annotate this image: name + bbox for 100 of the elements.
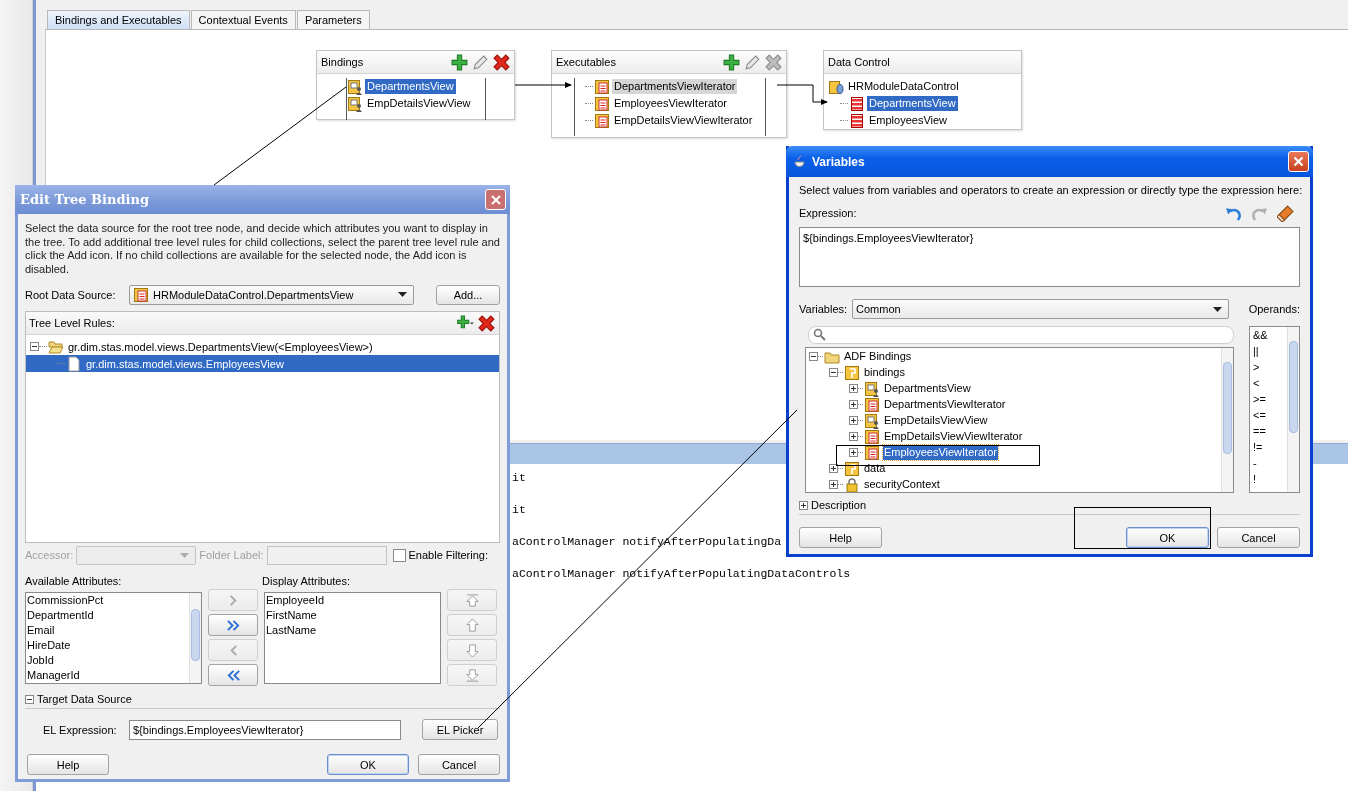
list-item[interactable]: JobId [27,654,54,666]
list-item[interactable]: CommissionPct [27,594,104,606]
expand-toggle[interactable] [829,368,838,378]
list-item[interactable]: HireDate [27,639,71,651]
list-item[interactable]: ! [1253,473,1257,485]
move-button[interactable] [208,664,258,686]
section-label: Target Data Source [37,693,132,705]
scrollbar[interactable] [1221,347,1233,492]
expand-toggle[interactable] [30,342,39,351]
list-item[interactable]: >= [1253,393,1266,405]
add-button[interactable]: Add... [436,284,500,305]
scrollbar[interactable] [1287,327,1299,492]
tree-item[interactable]: EmpDetailsViewView [365,96,473,111]
log-line: aControlManager notifyAfterPopulatingDataControls [512,567,851,580]
dialog-button[interactable]: OK [1126,527,1209,548]
arrow-up-icon [464,617,480,633]
dialog-button[interactable]: Help [799,527,882,548]
list-item[interactable]: || [1253,345,1259,357]
connector-arrow [514,82,572,88]
list-item[interactable]: ManagerId [27,669,80,681]
dropdown[interactable]: HRModuleDataControl.DepartmentsView [129,284,414,305]
tree-item[interactable]: bindings [863,365,906,381]
table-icon [849,95,865,112]
el-picker-button[interactable]: EL Picker [422,719,498,740]
arrow-down-icon [464,642,480,658]
close-button[interactable] [1288,151,1309,172]
list-label: Available Attributes: [25,574,123,587]
tree-item[interactable]: EmployeesViewIterator [612,96,729,111]
list-item[interactable]: FirstName [266,609,317,621]
document-list-icon [594,112,610,129]
dialog-button[interactable]: Help [27,754,109,775]
field-label: Operands: [1248,303,1300,315]
tree-item[interactable]: DepartmentsView [365,79,456,94]
list-item[interactable]: <= [1253,409,1266,421]
tree-item[interactable]: securityContext [863,477,941,492]
checkbox[interactable] [392,548,406,562]
tree-item[interactable]: EmpDetailsViewView [883,413,989,429]
field-label: Variables: [799,303,849,315]
expand-toggle[interactable] [849,400,858,410]
tree-item[interactable]: data [863,461,887,477]
caret-icon [180,552,190,558]
expression-field[interactable]: ${bindings.EmployeesViewIterator} [799,227,1300,287]
expand-toggle[interactable] [799,500,808,510]
list-item[interactable]: DepartmentId [27,609,94,621]
delete-icon[interactable] [493,53,510,71]
editor-tab[interactable]: Bindings and Executables [47,10,190,29]
tree-row[interactable]: gr.dim.stas.model.views.DepartmentsView(<EmployeesView>) [26,338,499,355]
plus-icon[interactable] [451,53,468,71]
tree-row[interactable]: gr.dim.stas.model.views.EmployeesView [26,355,499,372]
editor-tab[interactable]: Contextual Events [190,10,296,29]
list-item[interactable]: == [1253,425,1266,437]
list-item[interactable]: Email [27,624,55,636]
expand-toggle[interactable] [829,480,838,490]
dialog-button[interactable]: OK [327,754,409,775]
field-label: EL Expression: [42,723,118,736]
editor-tab[interactable]: Parameters [296,10,370,29]
plus-icon[interactable] [723,53,740,71]
dialog-button[interactable]: Cancel [418,754,500,775]
list-item[interactable]: EmployeeId [266,594,325,606]
list-item[interactable]: > [1253,361,1260,373]
tree-item[interactable]: DepartmentsView [883,381,972,397]
dialog-button[interactable]: Cancel [1217,527,1300,548]
list-item[interactable]: < [1253,377,1260,389]
expand-toggle[interactable] [849,448,858,458]
teapot-icon [792,153,808,170]
delete-icon[interactable] [478,314,495,332]
list-item[interactable]: LastName [266,624,317,636]
move-button[interactable] [208,614,258,636]
file-icon [66,355,82,372]
tree-item[interactable]: EmployeesView [867,113,950,128]
database-icon [828,78,844,95]
document-person-icon [864,412,880,429]
list-item[interactable]: && [1253,329,1268,341]
eraser-icon[interactable] [1277,204,1294,222]
arrow-top-icon [464,592,480,608]
panel-label: Tree Level Rules: [29,317,115,329]
expand-toggle[interactable] [849,432,858,442]
expand-toggle[interactable] [809,352,818,362]
list-item[interactable]: != [1253,441,1263,453]
lock-icon [844,476,860,492]
package-icon [844,364,860,381]
search-icon [813,328,826,342]
expand-toggle[interactable] [849,384,858,394]
tree-item[interactable]: DepartmentsViewIterator [612,79,738,94]
tree-item[interactable]: DepartmentsView [867,96,958,111]
tree-item[interactable]: ADF Bindings [843,349,913,365]
tree-item[interactable]: EmpDetailsViewViewIterator [883,429,1024,445]
close-button[interactable] [485,189,506,210]
tree-item[interactable]: EmpDetailsViewViewIterator [612,113,755,128]
search-field[interactable] [808,326,1234,344]
pencil-icon[interactable] [744,53,761,71]
expand-toggle[interactable] [849,416,858,426]
tree-item[interactable]: HRModuleDataControl [846,79,961,94]
dropdown[interactable]: Common [852,299,1229,319]
double-chevron-left-icon [225,667,241,683]
input-field[interactable]: ${bindings.EmployeesViewIterator} [129,719,401,740]
tree-item[interactable]: DepartmentsViewIterator [883,397,1007,413]
expand-toggle[interactable] [25,694,34,704]
scrollbar[interactable] [189,593,201,683]
expand-toggle[interactable] [829,464,838,474]
